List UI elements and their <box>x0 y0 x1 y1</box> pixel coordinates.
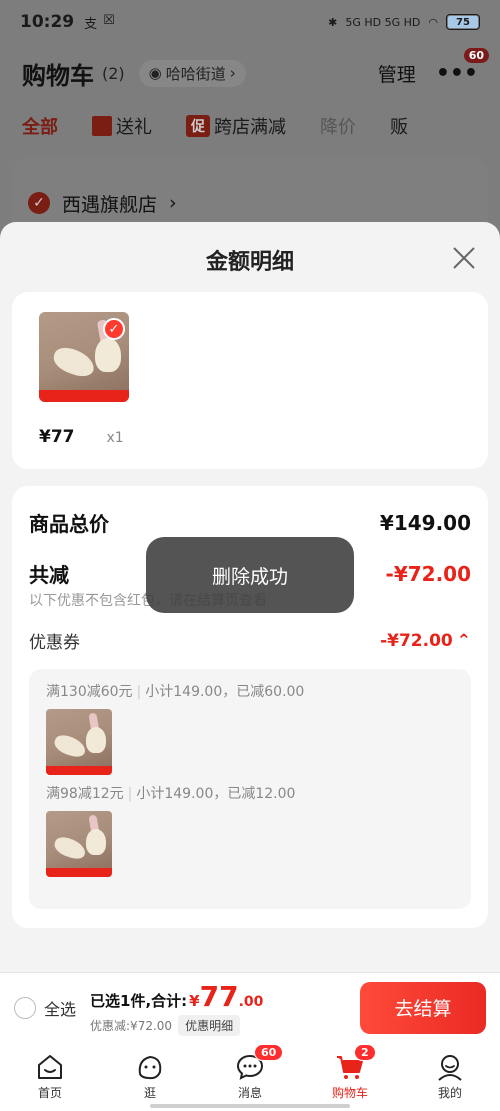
wifi-icon: ◠ <box>428 15 438 29</box>
product-price-row: ¥77 x1 <box>39 427 461 447</box>
sheet-title: 金额明细 <box>205 250 294 275</box>
shop-check-icon[interactable]: ✓ <box>28 192 50 214</box>
total-amount: 77 <box>199 979 239 1013</box>
coupon-item: 满130减60元 | 小计149.00，已减60.00 <box>46 684 305 700</box>
tab-gift[interactable]: 送礼 <box>92 113 152 139</box>
tab-cross-store-label: 跨店满减 <box>214 117 286 138</box>
checkout-info: 已选1件,合计: ¥ 77 .00 优惠减:¥72.00 优惠明细 <box>90 980 263 1036</box>
total-value: ¥149.00 <box>379 510 471 535</box>
coupon-detail: 小计149.00，已减60.00 <box>145 684 305 700</box>
status-bar: 10:29 支 ☒ ✱ 5G HD 5G HD ◠ 75 <box>0 0 500 44</box>
status-app-icons: 支 ☒ <box>84 13 115 32</box>
bottom-tabbar: 首页 逛 消息 60 购物车 2 我的 <box>0 1042 500 1111</box>
manage-button[interactable]: 管理 <box>378 60 416 87</box>
tab-cart[interactable]: 购物车 2 <box>300 1042 400 1111</box>
close-icon[interactable] <box>450 244 478 272</box>
tab-profile[interactable]: 我的 <box>400 1042 500 1111</box>
coupon-label: 优惠券 <box>29 633 80 653</box>
more-badge: 60 <box>462 46 490 64</box>
status-time: 10:29 <box>20 12 75 32</box>
chevron-right-icon: › <box>169 192 177 214</box>
eye-icon: ◉ <box>148 64 162 82</box>
home-icon <box>38 1055 62 1079</box>
tab-messages-label: 消息 <box>237 1086 262 1100</box>
discount-text: 优惠减:¥72.00 <box>90 1018 173 1033</box>
product-card: ✓ ¥77 x1 <box>12 292 488 469</box>
cart-badge: 2 <box>354 1044 376 1061</box>
chevron-right-icon: › <box>229 64 236 82</box>
battery-level: 75 <box>448 16 478 28</box>
currency-symbol: ¥ <box>189 991 200 1010</box>
coupon-product-thumbnail <box>46 811 112 877</box>
signal-icon: 5G HD 5G HD <box>345 15 421 29</box>
tab-cross-store[interactable]: 促 跨店满减 <box>186 113 286 139</box>
coupon-product-thumbnail <box>46 709 112 775</box>
checkout-discount-line: 优惠减:¥72.00 优惠明细 <box>90 1014 263 1036</box>
shop-name[interactable]: 西遇旗舰店 <box>62 190 157 217</box>
location-label: 哈哈街道 <box>165 64 226 83</box>
coupon-rule: 满98减12元 <box>46 786 124 802</box>
select-all[interactable]: 全选 <box>14 996 76 1020</box>
coupon-value-text: -¥72.00 <box>380 630 453 651</box>
promo-tag-icon: 促 <box>186 115 210 137</box>
browse-icon <box>138 1055 162 1080</box>
cart-title: 购物车 <box>22 61 94 90</box>
tab-browse[interactable]: 逛 <box>100 1042 200 1111</box>
gift-icon <box>92 116 112 136</box>
tab-home-label: 首页 <box>37 1086 62 1100</box>
coupon-list: 满130减60元 | 小计149.00，已减60.00 满98减12元 | 小计149.… <box>29 669 471 909</box>
tab-cart-label: 购物车 <box>331 1086 368 1100</box>
toast-message: 删除成功 <box>146 537 354 613</box>
select-all-radio[interactable] <box>14 996 36 1019</box>
app-notification-icon: 支 <box>84 16 98 32</box>
coupon-row[interactable]: 优惠券 -¥72.00 ⌃ <box>29 628 471 654</box>
cart-count: (2) <box>102 63 125 83</box>
more-dots-icon: ••• <box>435 60 478 86</box>
selected-text: 已选1件,合计: <box>90 991 188 1010</box>
select-all-label: 全选 <box>44 999 77 1019</box>
tab-messages[interactable]: 消息 60 <box>200 1042 300 1111</box>
product-price: ¥77 <box>39 427 75 447</box>
total-decimal: .00 <box>238 993 264 1010</box>
total-label: 商品总价 <box>29 512 109 536</box>
bluetooth-icon: ✱ <box>328 15 338 29</box>
tab-price-drop[interactable]: 降价 <box>320 113 356 139</box>
cart-filter-tabs: 全部 送礼 促 跨店满减 降价 贩 <box>0 102 500 150</box>
cart-header: 购物车 (2) ◉ 哈哈街道 › 管理 ••• 60 <box>0 44 500 102</box>
coupon-rule: 满130减60元 <box>46 684 133 700</box>
tab-browse-label: 逛 <box>143 1086 156 1100</box>
reduce-value: -¥72.00 <box>385 561 471 586</box>
battery-icon: 75 <box>446 14 480 30</box>
selected-check-icon: ✓ <box>103 318 125 340</box>
status-right: ✱ 5G HD 5G HD ◠ 75 <box>328 14 480 30</box>
coupon-detail: 小计149.00，已减12.00 <box>136 786 296 802</box>
home-indicator <box>150 1104 350 1108</box>
coupon-value: -¥72.00 ⌃ <box>380 631 471 651</box>
tab-profile-label: 我的 <box>437 1086 462 1100</box>
app-notification-icon-2: ☒ <box>103 12 115 28</box>
product-quantity: x1 <box>106 430 124 446</box>
checkout-bar: 全选 已选1件,合计: ¥ 77 .00 优惠减:¥72.00 优惠明细 去结算 <box>0 972 500 1042</box>
chevron-up-icon[interactable]: ⌃ <box>457 631 471 651</box>
cart-page-background: 购物车 (2) ◉ 哈哈街道 › 管理 ••• 60 全部 送礼 促 跨店满减 … <box>0 44 500 248</box>
tab-all[interactable]: 全部 <box>22 113 58 139</box>
more-button[interactable]: ••• 60 <box>435 46 490 86</box>
checkout-total-line: 已选1件,合计: ¥ 77 .00 <box>90 980 263 1013</box>
coupon-item: 满98减12元 | 小计149.00，已减12.00 <box>46 786 296 802</box>
tab-home[interactable]: 首页 <box>0 1042 100 1111</box>
total-row: 商品总价 ¥149.00 <box>29 508 471 537</box>
tab-partial[interactable]: 贩 <box>390 113 408 139</box>
profile-icon <box>438 1055 462 1081</box>
discount-detail-button[interactable]: 优惠明细 <box>178 1014 241 1036</box>
location-chip[interactable]: ◉ 哈哈街道 › <box>138 59 246 87</box>
reduce-label: 共减 <box>29 563 69 587</box>
tab-gift-label: 送礼 <box>116 117 152 138</box>
messages-badge: 60 <box>254 1044 284 1061</box>
checkout-button[interactable]: 去结算 <box>360 981 486 1034</box>
product-thumbnail[interactable]: ✓ <box>39 312 129 402</box>
